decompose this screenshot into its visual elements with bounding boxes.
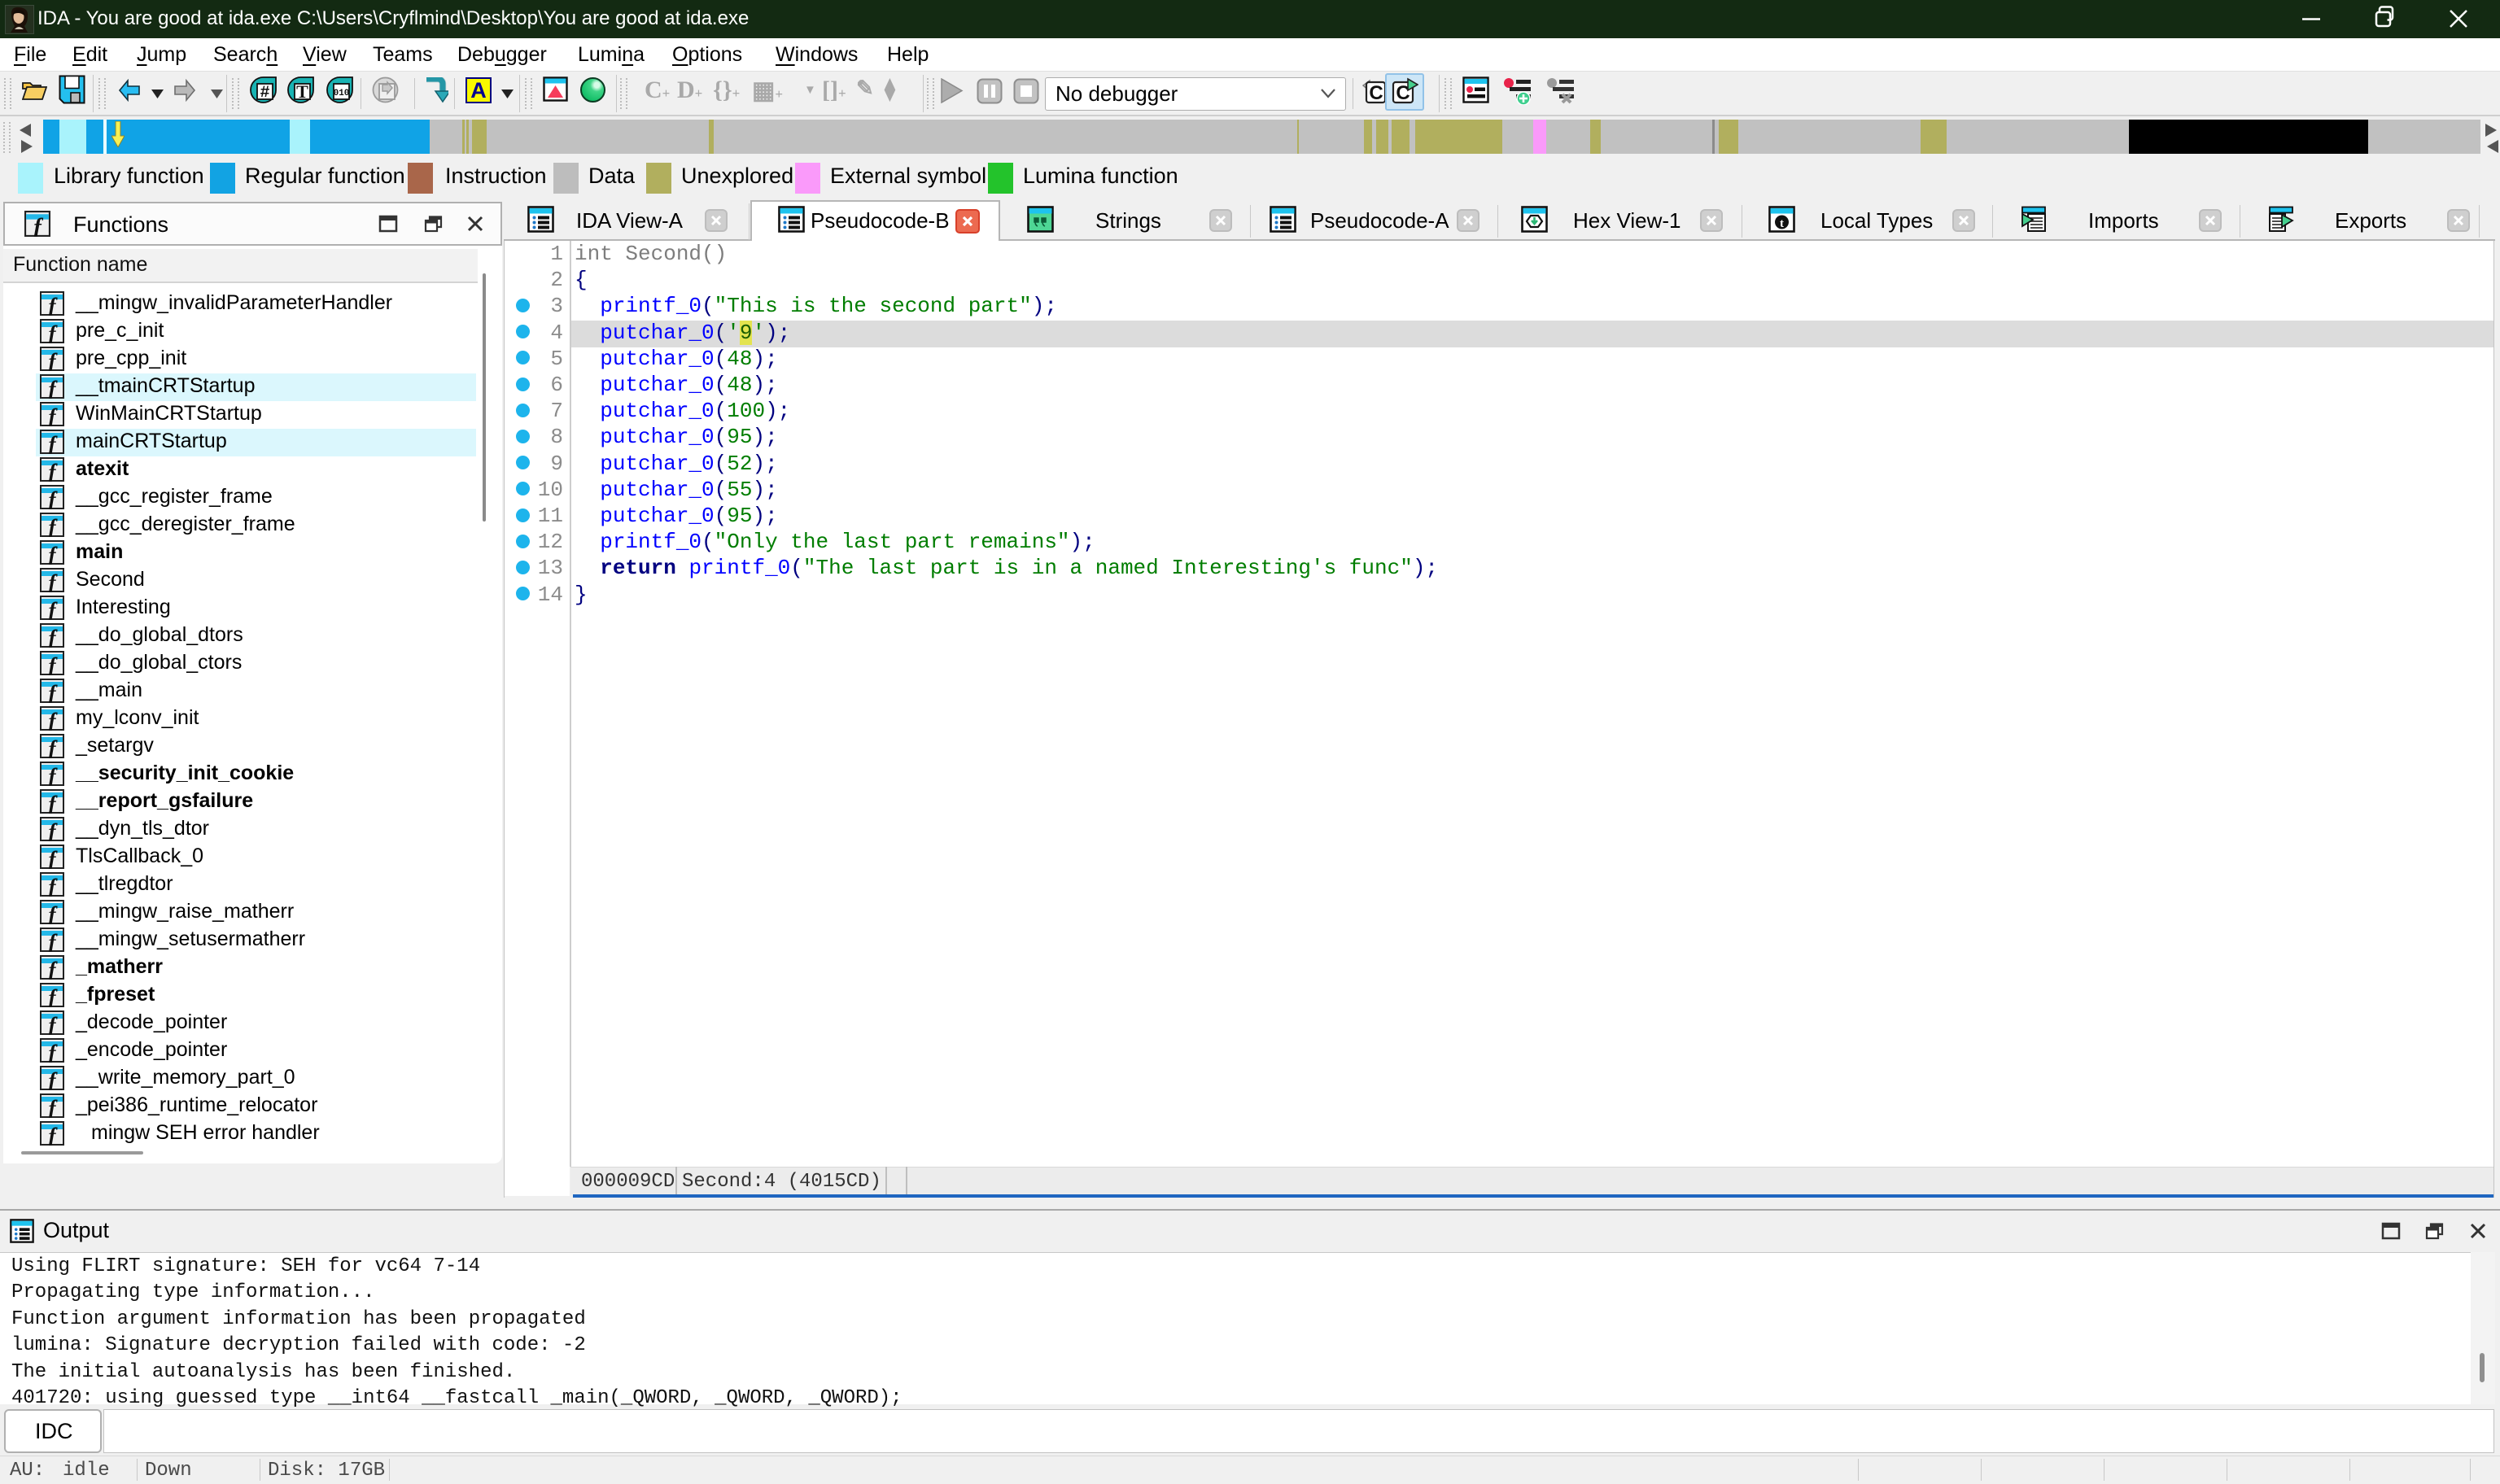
svg-text:C: C (1369, 82, 1383, 104)
